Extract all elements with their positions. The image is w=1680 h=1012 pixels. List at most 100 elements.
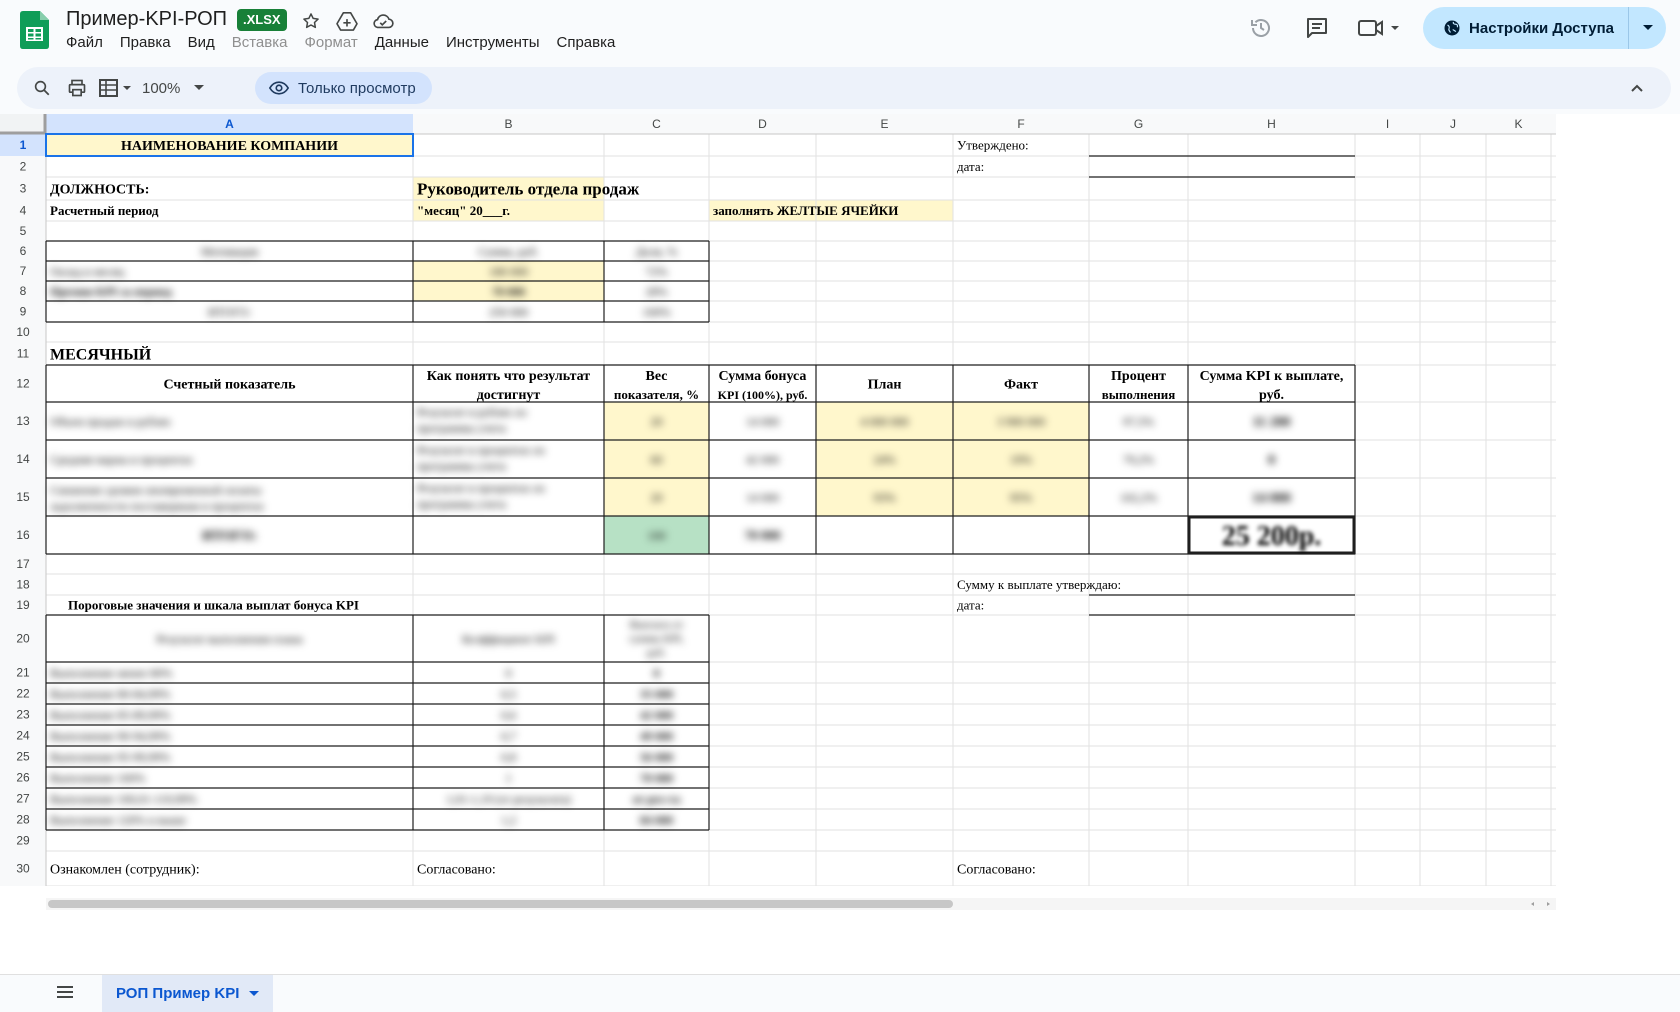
chevron-down-icon[interactable] [249,990,260,997]
toolbar: 100% Только просмотр [17,67,1671,109]
cell-b13-1: Результат в рублях из [417,405,527,419]
menu-bar: Файл Правка Вид Вставка Формат Данные Ин… [66,34,632,51]
row-header-2[interactable]: 2 [20,160,27,174]
row-header-27[interactable]: 27 [16,792,30,806]
menu-data[interactable]: Данные [375,34,438,51]
row-header-29[interactable]: 29 [16,834,30,848]
menu-help[interactable]: Справка [557,34,625,51]
row-header-26[interactable]: 26 [16,771,30,785]
cell-b22: 0,5 [501,687,516,701]
menu-insert[interactable]: Вставка [232,34,297,51]
sheets-logo-icon[interactable] [20,11,49,49]
search-icon[interactable] [33,67,51,109]
meet-camera-icon[interactable] [1353,8,1407,48]
row-header-9[interactable]: 9 [20,305,27,319]
row-header-6[interactable]: 6 [20,244,27,258]
comments-icon[interactable] [1297,8,1337,48]
move-to-drive-icon[interactable] [334,8,360,34]
menu-format[interactable]: Формат [304,34,366,51]
row-header-19[interactable]: 19 [16,598,30,612]
column-header-d[interactable]: D [758,117,767,131]
freeze-table-icon[interactable] [99,67,133,109]
row-header-13[interactable]: 13 [16,414,30,428]
cell-b14-2: программы учета [417,459,507,473]
sheet-tab-kpi[interactable]: РОП Пример KPI [102,975,274,1012]
menu-tools[interactable]: Инструменты [446,34,549,51]
row-header-22[interactable]: 22 [16,687,30,701]
cell-d12-1: Сумма бонуса [719,369,807,384]
zoom-select[interactable]: 100% [142,67,205,109]
cloud-saved-icon[interactable] [370,8,396,34]
share-dropdown-icon[interactable] [1628,7,1666,49]
row-header-18[interactable]: 18 [16,578,30,592]
row-header-28[interactable]: 28 [16,813,30,827]
row-header-12[interactable]: 12 [16,377,30,391]
cell-c20-3: руб. [647,647,666,659]
menu-view[interactable]: Вид [188,34,224,51]
sheet-canvas[interactable]: A B C D E F G H I J K12345678910111213141516171819… [0,114,1680,974]
column-header-f[interactable]: F [1017,117,1024,131]
cell-c22: 35 000 [640,687,673,701]
star-icon[interactable] [298,8,324,34]
row-header-1[interactable]: 1 [20,138,27,152]
row-header-10[interactable]: 10 [16,325,30,339]
cell-a20: Результат выполнения плана [156,632,303,646]
row-header-7[interactable]: 7 [20,264,27,278]
cell-f19: дата: [957,598,984,613]
column-header-i[interactable]: I [1386,117,1389,131]
collapse-toolbar-icon[interactable] [1631,67,1643,109]
row-header-15[interactable]: 15 [16,490,30,504]
row-header-23[interactable]: 23 [16,708,30,722]
cell-d13: 14 000 [746,414,779,428]
row-header-30[interactable]: 30 [16,862,30,876]
cell-b23: 0,6 [501,708,516,722]
view-only-chip[interactable]: Только просмотр [255,72,432,104]
row-header-4[interactable]: 4 [20,204,27,218]
cell-b21: 0 [506,666,512,680]
column-header-k[interactable]: K [1514,117,1522,131]
column-header-j[interactable]: J [1450,117,1456,131]
cell-b25: 0,8 [501,750,516,764]
row-header-20[interactable]: 20 [16,632,30,646]
share-button[interactable]: Настройки Доступа [1423,7,1666,49]
column-header-h[interactable]: H [1267,117,1276,131]
row-header-17[interactable]: 17 [16,557,30,571]
horizontal-scrollbar-thumb[interactable] [48,900,953,908]
column-header-c[interactable]: C [652,117,661,131]
all-sheets-menu-icon[interactable] [56,985,74,999]
spreadsheet-grid[interactable]: A B C D E F G H I J K 1 2 3 4 5 6 7 8 9 10 11 12 13 14 15 16 17 18 19… [0,114,1680,974]
menu-file[interactable]: Файл [66,34,112,51]
row-header-24[interactable]: 24 [16,729,30,743]
cell-f30: Согласовано: [957,863,1036,878]
row-header-5[interactable]: 5 [20,224,27,238]
cell-b27: 1,01-1,19 (от результата) [446,792,571,806]
row-header-21[interactable]: 21 [16,666,30,680]
column-header-g[interactable]: G [1134,117,1143,131]
cell-a15-1: Снижение уровня своевременной оплаты [50,483,261,497]
select-all-corner[interactable] [0,114,46,134]
row-header-25[interactable]: 25 [16,750,30,764]
cell-b30: Согласовано: [417,863,496,878]
row-header-16[interactable]: 16 [16,528,30,542]
cell-b14-1: Результат в процентах из [417,443,545,457]
cell-b8: 70 000 [492,284,525,298]
cell-c13: 20 [651,414,663,428]
row-header-11[interactable]: 11 [17,347,30,361]
column-header-e[interactable]: E [880,117,888,131]
column-header-b[interactable]: B [504,117,512,131]
cell-d4: заполнять ЖЕЛТЫЕ ЯЧЕЙКИ [713,203,898,218]
menu-edit[interactable]: Правка [120,34,180,51]
globe-icon [1444,20,1460,36]
cell-a12: Счетный показатель [163,378,296,393]
cell-g14: 79,2% [1123,452,1154,466]
document-title[interactable]: Пример-KPI-РОП [66,8,227,31]
row-header-3[interactable]: 3 [20,182,27,196]
cell-c21: 0 [654,666,660,680]
zoom-value: 100% [142,79,181,97]
version-history-icon[interactable] [1241,8,1281,48]
cell-a8: Премия KPI за период [50,284,172,298]
row-header-8[interactable]: 8 [20,284,27,298]
print-icon[interactable] [67,67,87,109]
row-header-14[interactable]: 14 [16,452,30,466]
column-header-a[interactable]: A [225,117,234,131]
